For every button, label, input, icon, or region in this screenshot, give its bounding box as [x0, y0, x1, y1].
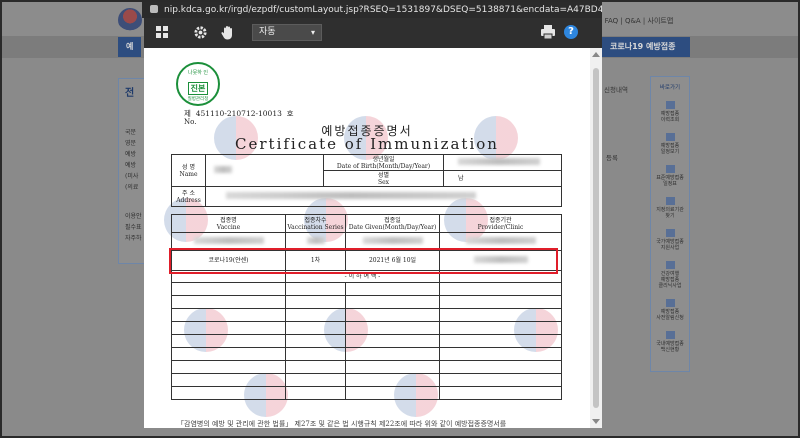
hospital-icon: [665, 197, 675, 205]
left-menu-item[interactable]: (미사: [125, 172, 144, 181]
quicklink-item[interactable]: 표준예방접종 일정표: [651, 165, 689, 187]
scrollbar-thumb[interactable]: [593, 68, 599, 408]
left-menu-heading: 전: [125, 88, 135, 99]
help-icon[interactable]: ?: [564, 25, 578, 39]
quicklink-item[interactable]: 국내예방접종 백신현황: [651, 331, 689, 353]
dob-value: [443, 154, 562, 171]
zoom-select-value: 자동: [259, 27, 276, 37]
travel-icon: [665, 261, 675, 269]
table-row: [171, 295, 562, 309]
table-row: [171, 386, 562, 400]
chevron-down-icon: ▾: [310, 28, 315, 37]
table-row: [171, 308, 562, 322]
quicklink-item[interactable]: 지정의료기관 찾기: [651, 197, 689, 219]
mid-note: 등록: [606, 154, 618, 162]
quicklink-item[interactable]: 국가예방접종 지원사업: [651, 229, 689, 251]
highlight-box: [169, 248, 558, 274]
quicklink-item[interactable]: 예방접종 이력조회: [651, 101, 689, 123]
scroll-down-icon[interactable]: [592, 419, 600, 424]
pan-hand-icon[interactable]: [220, 25, 236, 41]
left-menu-item[interactable]: 이용안: [125, 212, 144, 221]
quicklink-item[interactable]: 건강여행 예방접종 클리닉사업: [651, 261, 689, 289]
document-number: 제 451110-210712-10013 호: [184, 109, 294, 118]
schedule-icon: [665, 165, 675, 173]
left-menu-panel: 전 국문 영문 예방 예방 (미사 (의료 이용안 필수표 자주하: [118, 78, 144, 264]
thumbnails-grid-icon[interactable]: [154, 25, 170, 41]
left-menu-item[interactable]: (의료: [125, 183, 144, 192]
left-menu-item[interactable]: 자주하: [125, 234, 144, 243]
sex-label: 성별 Sex: [323, 170, 444, 187]
url-text: nip.kdca.go.kr/irgd/ezpdf/customLayout.j…: [164, 5, 602, 15]
col-provider: 접종기관 Provider/Clinic: [439, 214, 562, 233]
print-icon[interactable]: [540, 24, 556, 40]
authenticity-stamp: 나뭇하 인 진본 질병관리청: [176, 62, 220, 106]
mid-tab-label[interactable]: 신청내역: [604, 84, 628, 94]
settings-gear-icon[interactable]: [192, 25, 208, 41]
screenshot-frame: | FAQ | Q&A | 사이트맵 예 코로나19 예방접종 전 국문 영문 …: [0, 0, 800, 438]
browser-url-bar[interactable]: nip.kdca.go.kr/irgd/ezpdf/customLayout.j…: [142, 2, 602, 18]
table-row: [171, 321, 562, 335]
left-menu-item[interactable]: 영문: [125, 139, 144, 148]
dob-label: 생년월일 Date of Birth(Month/Day/Year): [323, 154, 444, 171]
table-row: [171, 373, 562, 387]
left-menu-item[interactable]: 국문: [125, 128, 144, 137]
government-logo-icon[interactable]: [118, 8, 142, 32]
quicklink-item[interactable]: 예방접종 일정보기: [651, 133, 689, 155]
col-date: 접종일 Date Given(Month/Day/Year): [345, 214, 440, 233]
nav-button-left[interactable]: 예: [118, 37, 142, 57]
address-label: 주 소 Address: [171, 186, 206, 207]
vaccination-table: 접종명 Vaccine 접종차수 Vaccination Series 접종일 Dat…: [171, 214, 562, 400]
certificate-page: 나뭇하 인 진본 질병관리청 제 451110-210712-10013 호 N…: [144, 48, 590, 428]
pdf-viewer: 자동 ▾ ? 나뭇하 인 진본 질병관리청 제 451110-210712-10…: [144, 18, 602, 428]
sex-value: 남: [443, 170, 562, 187]
name-label: 성 명 Name: [171, 154, 206, 187]
syringe-icon: [665, 101, 675, 109]
table-row: [171, 334, 562, 348]
zoom-select[interactable]: 자동 ▾: [252, 24, 322, 41]
personal-info-table: 성 명 Name 생년월일 Date of Birth(Month/Day/Year…: [171, 154, 562, 207]
name-value: [205, 154, 324, 187]
quicklinks-title: 바로가기: [659, 85, 681, 91]
col-series: 접종차수 Vaccination Series: [285, 214, 346, 233]
title-english: Certificate of Immunization: [235, 135, 499, 153]
viewer-scrollbar[interactable]: [590, 48, 602, 428]
viewer-toolbar: 자동 ▾ ?: [144, 18, 602, 48]
vaccine-icon: [665, 331, 675, 339]
table-row: [171, 360, 562, 374]
table-row: [171, 282, 562, 296]
site-info-icon[interactable]: [150, 5, 158, 13]
left-menu-item[interactable]: 예방: [125, 150, 144, 159]
col-vaccine: 접종명 Vaccine: [171, 214, 286, 233]
left-menu-item[interactable]: 예방: [125, 161, 144, 170]
quicklink-item[interactable]: 예방접종 사전알림신청: [651, 299, 689, 321]
site-top-links[interactable]: | FAQ | Q&A | 사이트맵: [600, 16, 673, 26]
calendar-icon: [665, 133, 675, 141]
scroll-up-icon[interactable]: [592, 52, 600, 57]
legal-footer-text: 「감염병의 예방 및 관리에 관한 법률」 제27조 및 같은 법 시행규칙 제…: [177, 420, 507, 428]
speaker-icon: [665, 299, 675, 307]
left-menu-item[interactable]: 필수표: [125, 223, 144, 232]
address-value: [205, 186, 562, 207]
table-row: [171, 347, 562, 361]
document-icon: [665, 229, 675, 237]
quicklinks-panel: 바로가기 예방접종 이력조회 예방접종 일정보기 표준예방접종 일정표 지정의료…: [650, 76, 690, 372]
nav-button-covid[interactable]: 코로나19 예방접종: [602, 37, 690, 57]
